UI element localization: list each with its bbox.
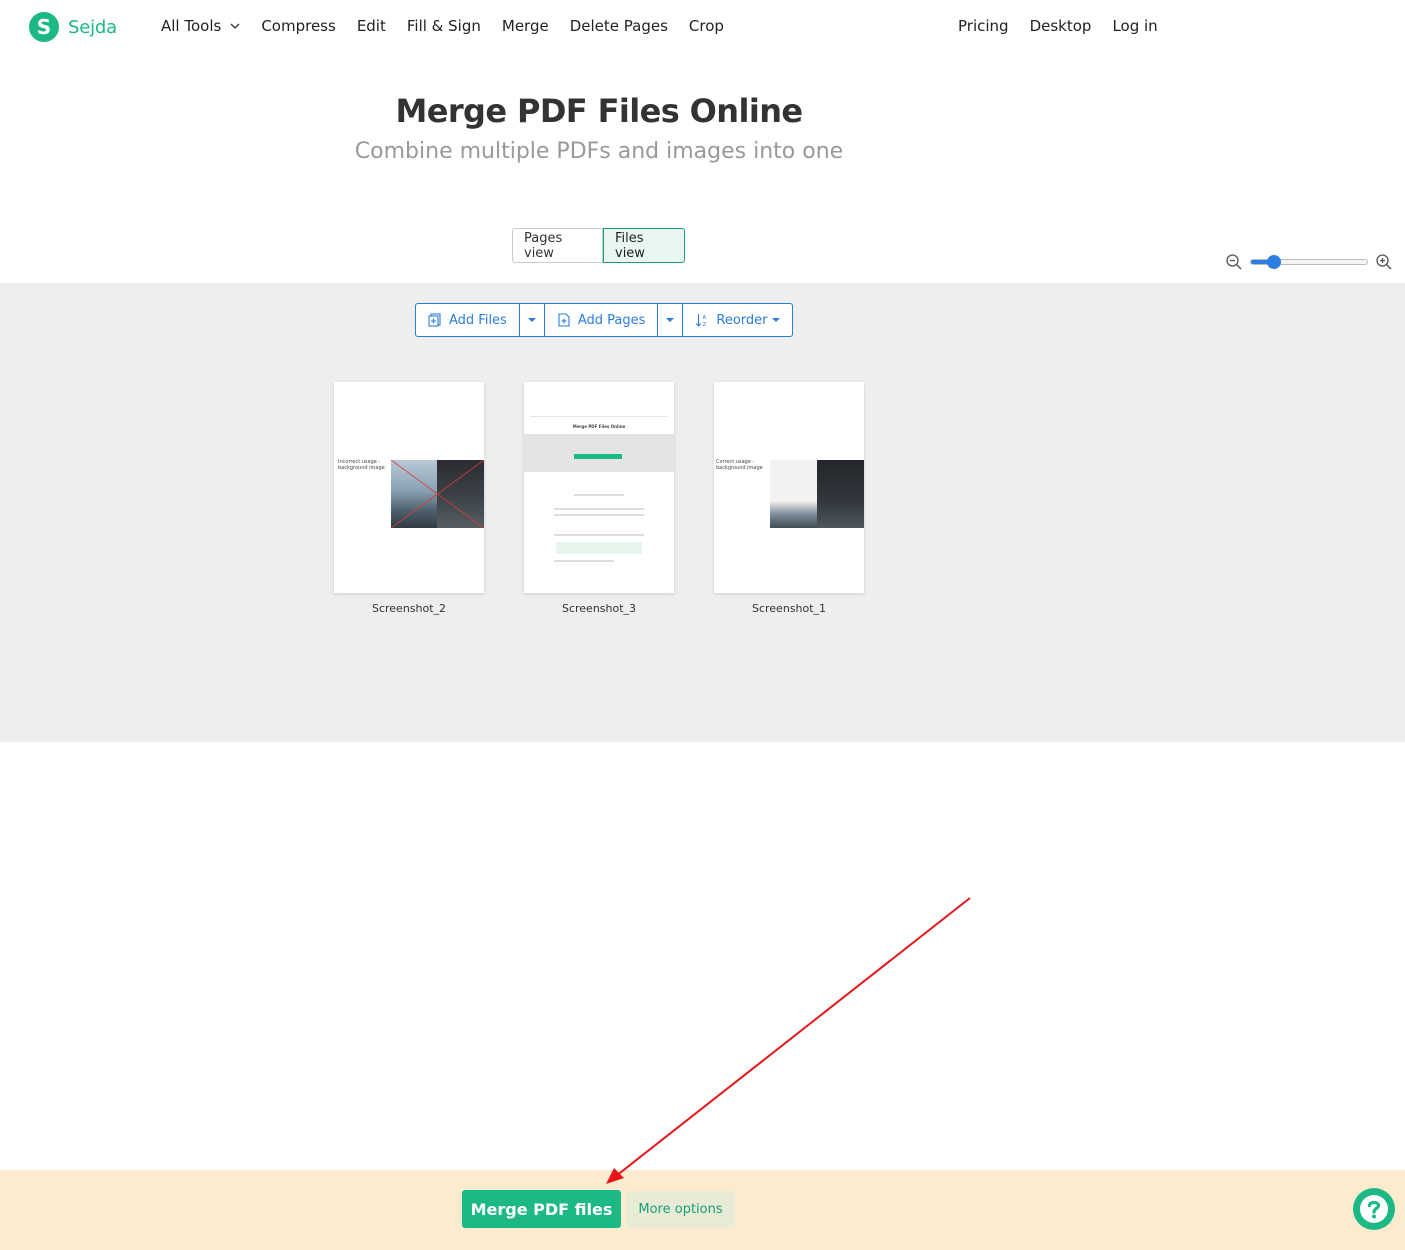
- files-workspace: Add Files Add Pages AZ Reorder Incorrect…: [0, 283, 1405, 742]
- more-options-button[interactable]: More options: [626, 1191, 735, 1228]
- question-mark-icon: [1360, 1195, 1388, 1223]
- file-card[interactable]: Correct usage - background image Screens…: [714, 382, 864, 615]
- thumbnail-photo: [770, 460, 817, 528]
- add-files-button[interactable]: Add Files: [416, 304, 520, 336]
- merge-pdf-files-button[interactable]: Merge PDF files: [462, 1190, 621, 1228]
- thumbnail-note-box: [556, 542, 642, 554]
- thumbnail-upload-area: [524, 434, 674, 472]
- sort-icon: AZ: [695, 314, 707, 327]
- account-nav: Pricing Desktop Log in: [958, 17, 1179, 35]
- caret-down-icon: [527, 318, 536, 322]
- view-toggle: Pages view Files view: [512, 228, 685, 263]
- reorder-label: Reorder: [716, 312, 768, 328]
- file-card[interactable]: Merge PDF Files Online Screenshot_3: [524, 382, 674, 615]
- pages-view-button[interactable]: Pages view: [512, 228, 603, 263]
- thumbnail-caption: Incorrect usage - background image: [338, 459, 385, 471]
- zoom-slider-thumb[interactable]: [1267, 255, 1281, 269]
- file-toolbar: Add Files Add Pages AZ Reorder: [415, 303, 793, 337]
- nav-edit[interactable]: Edit: [357, 17, 386, 35]
- nav-pricing[interactable]: Pricing: [958, 17, 1009, 35]
- files-view-button[interactable]: Files view: [603, 228, 685, 263]
- reorder-button[interactable]: AZ Reorder: [683, 304, 791, 336]
- thumbnail-photo-dark: [817, 460, 864, 528]
- sejda-logo[interactable]: S Sejda: [29, 12, 117, 42]
- bottom-action-bar: Merge PDF files More options: [0, 1170, 1405, 1250]
- zoom-control: [1225, 253, 1393, 271]
- add-files-dropdown[interactable]: [520, 304, 545, 336]
- nav-all-tools-label: All Tools: [161, 17, 222, 35]
- nav-desktop[interactable]: Desktop: [1030, 17, 1092, 35]
- thumbnail-text-line: [554, 508, 644, 510]
- file-thumbnail: Correct usage - background image: [714, 382, 864, 593]
- page-title: Merge PDF Files Online: [395, 92, 804, 130]
- nav-crop[interactable]: Crop: [689, 17, 724, 35]
- add-files-label: Add Files: [449, 312, 507, 328]
- nav-delete-pages[interactable]: Delete Pages: [570, 17, 668, 35]
- file-card[interactable]: Incorrect usage - background image Scree…: [334, 382, 484, 615]
- thumbnail-text-line: [554, 534, 644, 536]
- chevron-down-icon: [230, 23, 240, 29]
- logo-text: Sejda: [68, 16, 117, 38]
- nav-all-tools[interactable]: All Tools: [161, 17, 240, 35]
- thumbnail-text-line: [554, 514, 644, 516]
- thumbnail-upload-button: [574, 454, 622, 459]
- file-name: Screenshot_1: [751, 602, 827, 615]
- thumbnail-caption: Merge PDF Files Online: [572, 424, 626, 429]
- svg-text:Z: Z: [703, 322, 707, 327]
- add-pages-button[interactable]: Add Pages: [545, 304, 659, 336]
- nav-log-in[interactable]: Log in: [1112, 17, 1157, 35]
- file-name: Screenshot_2: [371, 602, 447, 615]
- caret-down-icon: [666, 318, 675, 322]
- svg-text:A: A: [703, 315, 707, 321]
- file-thumbnail: Merge PDF Files Online: [524, 382, 674, 593]
- help-button[interactable]: [1353, 1188, 1395, 1230]
- cross-mark-icon: [391, 460, 484, 528]
- nav-merge[interactable]: Merge: [502, 17, 549, 35]
- nav-compress[interactable]: Compress: [261, 17, 335, 35]
- thumbnail-caption: Correct usage - background image: [716, 459, 763, 471]
- logo-mark-icon: S: [29, 12, 59, 42]
- thumbnail-text-line: [554, 560, 614, 562]
- add-file-icon: [428, 313, 441, 327]
- file-thumbnail: Incorrect usage - background image: [334, 382, 484, 593]
- zoom-out-icon[interactable]: [1225, 253, 1243, 271]
- nav-fill-sign[interactable]: Fill & Sign: [407, 17, 481, 35]
- page-subtitle: Combine multiple PDFs and images into on…: [354, 139, 844, 164]
- add-pages-dropdown[interactable]: [658, 304, 684, 336]
- thumbnail-heading-line: [574, 494, 624, 496]
- add-page-icon: [558, 313, 570, 327]
- thumbnail-nav-line: [530, 416, 668, 417]
- zoom-slider[interactable]: [1250, 255, 1368, 269]
- top-header: S Sejda All Tools Compress Edit Fill & S…: [0, 0, 1405, 56]
- main-nav: All Tools Compress Edit Fill & Sign Merg…: [161, 17, 745, 35]
- add-pages-label: Add Pages: [577, 312, 646, 328]
- caret-down-icon: [771, 318, 780, 322]
- file-name: Screenshot_3: [561, 602, 637, 615]
- zoom-in-icon[interactable]: [1375, 253, 1393, 271]
